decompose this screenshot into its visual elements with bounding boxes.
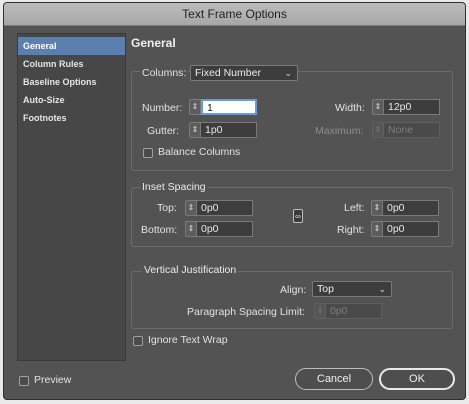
ok-button[interactable]: OK	[379, 368, 455, 390]
paragraph-spacing-limit-input: 0p0	[326, 303, 382, 319]
up-down-arrows-icon[interactable]: ⇕	[371, 221, 383, 237]
balance-columns-label: Balance Columns	[158, 146, 241, 158]
up-down-arrows-icon[interactable]: ⇕	[371, 200, 383, 216]
up-down-arrows-icon[interactable]: ⇕	[185, 200, 197, 216]
sidebar-item-baseline-options[interactable]: Baseline Options	[18, 73, 125, 91]
top-input[interactable]: 0p0	[197, 200, 253, 216]
columns-label: Columns:	[140, 67, 189, 79]
window-title: Text Frame Options	[4, 3, 465, 26]
gutter-label: Gutter:	[147, 125, 180, 137]
number-label: Number:	[142, 102, 183, 114]
sidebar-item-general[interactable]: General	[18, 37, 125, 55]
up-down-arrows-icon[interactable]: ⇕	[372, 99, 384, 115]
left-input[interactable]: 0p0	[383, 200, 439, 216]
preview-label: Preview	[34, 374, 72, 386]
preview-checkbox[interactable]	[19, 376, 29, 386]
sidebar-item-auto-size[interactable]: Auto-Size	[18, 91, 125, 109]
sidebar-item-footnotes[interactable]: Footnotes	[18, 109, 125, 127]
top-label: Top:	[157, 202, 177, 214]
chevron-down-icon: ⌄	[378, 284, 386, 294]
balance-columns-checkbox[interactable]	[143, 148, 153, 158]
columns-select[interactable]: Fixed Number ⌄	[190, 65, 298, 81]
ignore-text-wrap-label: Ignore Text Wrap	[148, 334, 228, 346]
right-field[interactable]: ⇕ 0p0	[371, 221, 439, 237]
paragraph-spacing-limit-label: Paragraph Spacing Limit:	[187, 306, 305, 318]
right-input[interactable]: 0p0	[383, 221, 439, 237]
align-select[interactable]: Top ⌄	[312, 281, 392, 297]
paragraph-spacing-limit-field: ⇕ 0p0	[314, 303, 382, 319]
up-down-arrows-icon: ⇕	[372, 122, 384, 138]
width-field[interactable]: ⇕ 12p0	[372, 99, 440, 115]
cancel-button[interactable]: Cancel	[295, 368, 373, 390]
width-input[interactable]: 12p0	[384, 99, 440, 115]
sidebar-item-column-rules[interactable]: Column Rules	[18, 55, 125, 73]
left-label: Left:	[344, 202, 365, 214]
up-down-arrows-icon[interactable]: ⇕	[189, 122, 201, 138]
align-label: Align:	[280, 284, 307, 296]
chevron-down-icon: ⌄	[284, 68, 292, 78]
chain-link-icon[interactable]: ∞	[293, 209, 303, 223]
vertical-justification-title: Vertical Justification	[142, 264, 239, 276]
maximum-input: None	[384, 122, 440, 138]
gutter-field[interactable]: ⇕ 1p0	[189, 122, 257, 138]
maximum-label: Maximum:	[315, 125, 364, 137]
bottom-label: Bottom:	[141, 224, 178, 236]
sidebar: General Column Rules Baseline Options Au…	[17, 33, 126, 361]
inset-spacing-group	[131, 187, 453, 247]
ignore-text-wrap-checkbox[interactable]	[133, 336, 143, 346]
up-down-arrows-icon: ⇕	[314, 303, 326, 319]
number-field[interactable]: ⇕ 1	[189, 99, 257, 115]
bottom-input[interactable]: 0p0	[197, 221, 253, 237]
top-field[interactable]: ⇕ 0p0	[185, 200, 253, 216]
text-frame-options-dialog: Text Frame Options General Column Rules …	[3, 2, 466, 400]
gutter-input[interactable]: 1p0	[201, 122, 257, 138]
left-field[interactable]: ⇕ 0p0	[371, 200, 439, 216]
align-select-value: Top	[317, 283, 334, 295]
vertical-justification-group	[131, 271, 453, 329]
number-input[interactable]: 1	[201, 99, 257, 115]
up-down-arrows-icon[interactable]: ⇕	[185, 221, 197, 237]
inset-spacing-title: Inset Spacing	[140, 181, 208, 193]
bottom-field[interactable]: ⇕ 0p0	[185, 221, 253, 237]
up-down-arrows-icon[interactable]: ⇕	[189, 99, 201, 115]
section-title: General	[131, 36, 176, 50]
maximum-field: ⇕ None	[372, 122, 440, 138]
right-label: Right:	[337, 224, 365, 236]
columns-select-value: Fixed Number	[195, 67, 261, 79]
width-label: Width:	[335, 102, 365, 114]
